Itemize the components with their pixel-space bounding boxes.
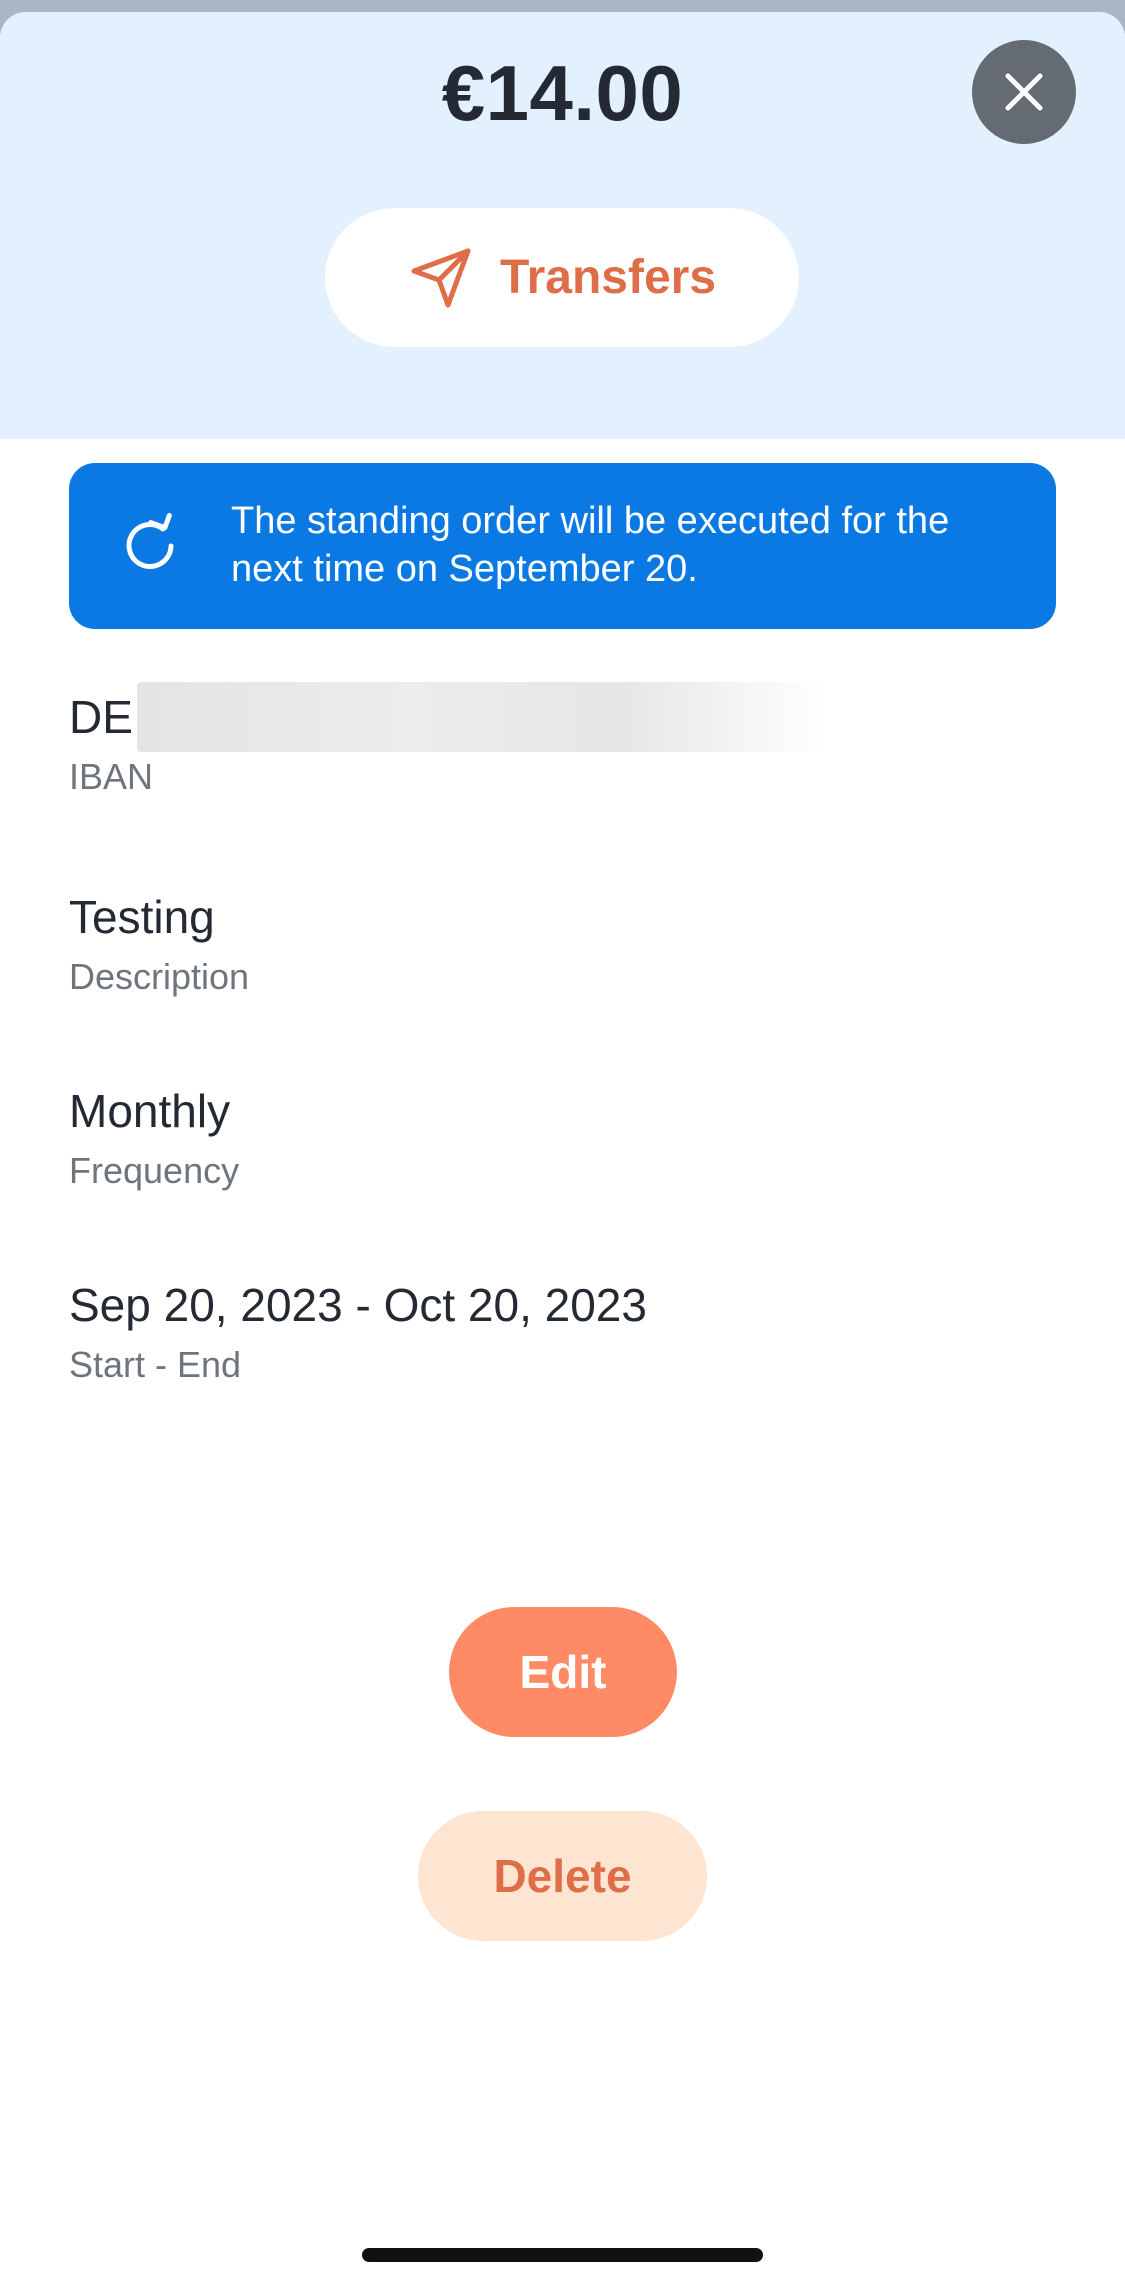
description-value: Testing bbox=[69, 891, 215, 943]
banner-text: The standing order will be executed for … bbox=[231, 500, 950, 590]
standing-order-sheet: €14.00 Transfers The standing order will… bbox=[0, 12, 1125, 2284]
description-field: Testing Description bbox=[69, 884, 1069, 998]
frequency-field: Monthly Frequency bbox=[69, 1078, 1069, 1192]
refresh-icon bbox=[126, 513, 174, 569]
iban-value: DE bbox=[69, 682, 1069, 752]
period-value: Sep 20, 2023 - Oct 20, 2023 bbox=[69, 1279, 647, 1331]
category-pill[interactable]: Transfers bbox=[325, 208, 799, 347]
home-indicator bbox=[362, 2248, 763, 2262]
iban-redacted-block bbox=[136, 682, 827, 752]
iban-field: DE IBAN bbox=[69, 682, 1069, 798]
close-icon bbox=[1005, 73, 1043, 111]
detail-header: €14.00 Transfers bbox=[0, 12, 1125, 439]
edit-button[interactable]: Edit bbox=[449, 1607, 677, 1737]
iban-label: IBAN bbox=[69, 756, 154, 797]
frequency-label: Frequency bbox=[69, 1150, 240, 1191]
close-button[interactable] bbox=[972, 40, 1076, 144]
period-label: Start - End bbox=[69, 1344, 242, 1385]
frequency-value: Monthly bbox=[69, 1085, 231, 1137]
iban-prefix: DE bbox=[69, 691, 133, 743]
info-banner: The standing order will be executed for … bbox=[69, 463, 1056, 629]
description-label: Description bbox=[69, 956, 250, 997]
paper-plane-icon bbox=[411, 248, 471, 307]
amount-title: €14.00 bbox=[441, 49, 684, 137]
category-label: Transfers bbox=[499, 251, 717, 304]
period-field: Sep 20, 2023 - Oct 20, 2023 Start - End bbox=[69, 1272, 1069, 1386]
delete-button[interactable]: Delete bbox=[418, 1811, 707, 1941]
